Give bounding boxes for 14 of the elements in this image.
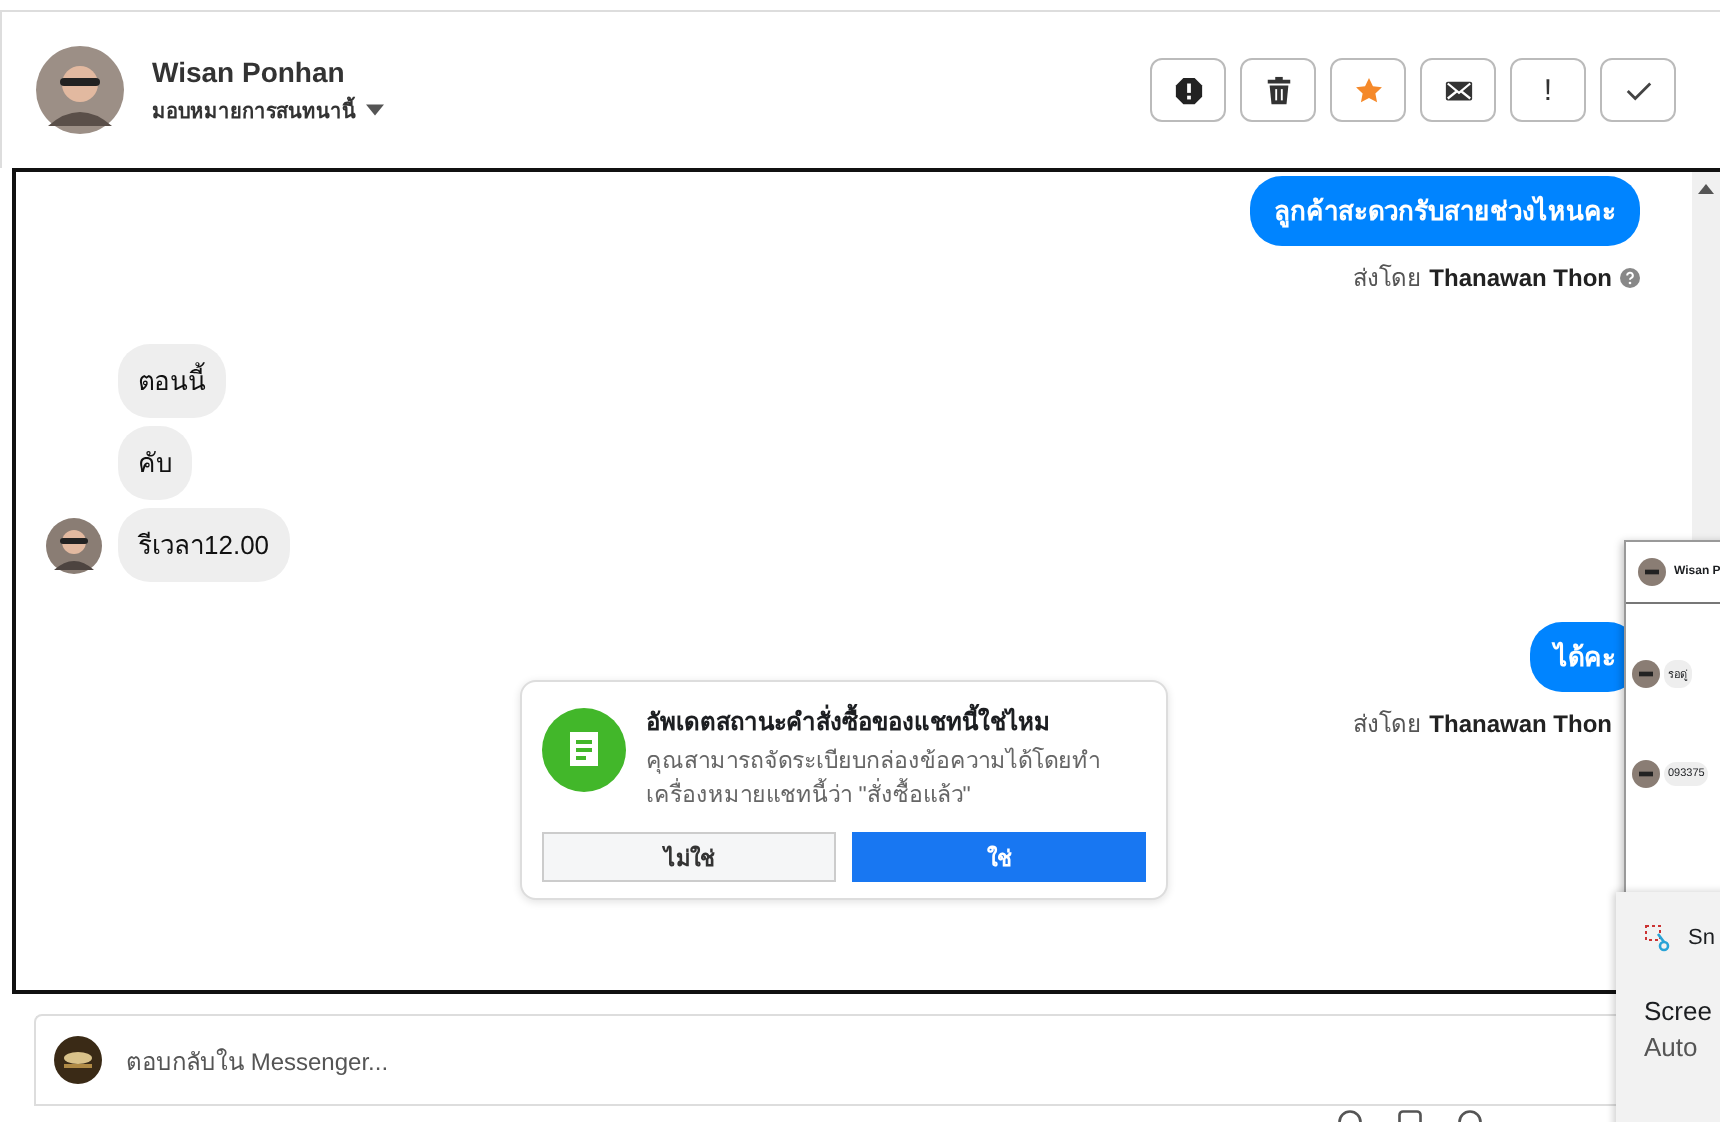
dialog-title: อัพเดตสถานะคำสั่งซื้อของแชทนี้ใช่ไหม <box>646 702 1146 740</box>
sent-by-label: ส่งโดย <box>1353 708 1422 742</box>
sender-name: Thanawan Thon <box>1429 263 1612 291</box>
message-bubble: ลูกค้าสะดวกรับสายช่วงไหนคะ <box>1250 176 1640 246</box>
dialog-message: คุณสามารถจัดระเบียบกล่องข้อความได้โดยทำเครื่องหมายแชทนี้ว่า "สั่งซื้อแล้ว" <box>646 746 1102 812</box>
toast-message: Auto <box>1644 1032 1700 1062</box>
sent-by-label: ส่งโดย <box>1353 262 1422 296</box>
message-bubble: ตอนนี้ <box>118 344 226 418</box>
message-bubble: คับ <box>118 426 192 500</box>
sender-name: Thanawan Thon <box>1429 709 1612 737</box>
message-bubble: รีเวลา12.00 <box>118 508 290 582</box>
app-name: Sn <box>1688 926 1715 950</box>
reply-placeholder: ตอบกลับใน Messenger... <box>126 1045 389 1079</box>
contact-name: Wisan Ponhan <box>152 55 347 87</box>
